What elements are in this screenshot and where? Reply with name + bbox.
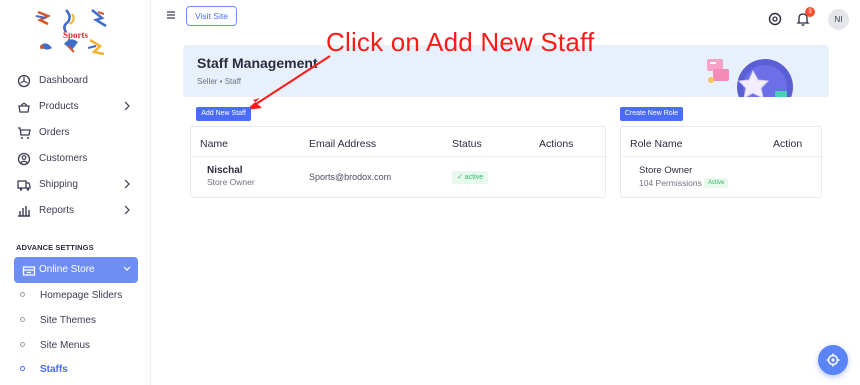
column-header-action: Action (773, 138, 803, 150)
chevron-right-icon (124, 179, 130, 189)
role-name: Store Owner (639, 165, 693, 176)
sidebar-item-orders[interactable]: Orders (0, 120, 151, 146)
staff-name: Nischal (207, 165, 243, 176)
gear-icon (826, 353, 840, 367)
table-row[interactable]: Nischal Store Owner Sports@brodox.com ✓ … (191, 157, 605, 197)
bullet-icon (20, 366, 25, 371)
column-header-name: Name (200, 138, 229, 150)
sidebar-item-products[interactable]: Products (0, 94, 151, 120)
bullet-icon (20, 317, 25, 322)
visit-site-button[interactable]: Visit Site (186, 6, 237, 26)
reports-icon (18, 206, 30, 217)
sidebar-item-online-store[interactable]: Online Store (14, 257, 138, 283)
staff-role: Store Owner (207, 177, 255, 187)
avatar[interactable]: NI (828, 9, 849, 30)
bullet-icon (20, 342, 25, 347)
status-badge: ✓ active (452, 171, 489, 184)
sidebar-item-label: Staffs (40, 364, 68, 375)
sidebar-subitem-site-themes[interactable]: Site Themes (0, 309, 151, 331)
sidebar-item-label: Reports (39, 205, 75, 216)
sidebar-item-customers[interactable]: Customers (0, 146, 151, 172)
sidebar-item-label: Shipping (39, 179, 78, 190)
dashboard-icon (17, 74, 31, 88)
chevron-right-icon (124, 101, 130, 111)
sidebar: Sports Dashboard Products Orders Custome… (0, 0, 151, 385)
sidebar-item-label: Orders (39, 127, 70, 138)
svg-text:Sports: Sports (63, 30, 89, 40)
sidebar-item-reports[interactable]: Reports (0, 198, 151, 224)
sidebar-item-label: Site Themes (40, 315, 96, 326)
settings-fab-button[interactable] (818, 345, 848, 375)
sidebar-item-label: Online Store (39, 264, 95, 275)
chevron-right-icon (124, 205, 130, 215)
sports-logo[interactable]: Sports (26, 6, 116, 58)
hamburger-menu-icon[interactable] (166, 10, 176, 20)
column-header-actions: Actions (539, 138, 574, 150)
sidebar-item-dashboard[interactable]: Dashboard (0, 68, 151, 94)
role-permissions: 104 Permissions (639, 178, 702, 188)
column-header-role-name: Role Name (630, 138, 683, 150)
sidebar-item-label: Site Menus (40, 340, 91, 351)
staff-email: Sports@brodox.com (309, 172, 392, 182)
staff-table: Name Email Address Status Actions Nischa… (190, 126, 606, 198)
sidebar-subitem-site-menus[interactable]: Site Menus (0, 334, 151, 356)
sidebar-item-label: Homepage Sliders (40, 290, 123, 301)
products-icon (18, 102, 30, 113)
settings-icon[interactable] (767, 11, 783, 27)
column-header-status: Status (452, 138, 482, 150)
annotation-text: Click on Add New Staff (326, 27, 595, 57)
sidebar-item-label: Products (39, 101, 79, 112)
roles-table: Role Name Action Store Owner 104 Permiss… (620, 126, 822, 198)
create-new-role-button[interactable]: Create New Role (620, 107, 683, 121)
store-icon (22, 266, 36, 276)
annotation-arrow (246, 55, 331, 110)
sidebar-subitem-homepage-sliders[interactable]: Homepage Sliders (0, 284, 151, 306)
customers-icon (17, 152, 31, 166)
sidebar-item-label: Dashboard (39, 75, 88, 86)
shipping-icon (17, 180, 31, 191)
breadcrumb: Seller • Staff (197, 77, 242, 86)
column-header-email: Email Address (309, 138, 377, 150)
role-status-badge: Active (704, 178, 729, 188)
sidebar-item-shipping[interactable]: Shipping (0, 172, 151, 198)
sidebar-item-label: Customers (39, 153, 88, 164)
add-new-staff-button[interactable]: Add New Staff (196, 107, 251, 121)
sidebar-subitem-staffs[interactable]: Staffs (0, 358, 151, 380)
chevron-down-icon (123, 266, 131, 271)
bullet-icon (20, 292, 25, 297)
notification-badge: 3 (805, 7, 815, 17)
star-illustration (707, 59, 793, 97)
table-row[interactable]: Store Owner 104 Permissions Active (621, 157, 821, 197)
section-heading: ADVANCE SETTINGS (16, 243, 94, 252)
orders-icon (18, 127, 31, 139)
